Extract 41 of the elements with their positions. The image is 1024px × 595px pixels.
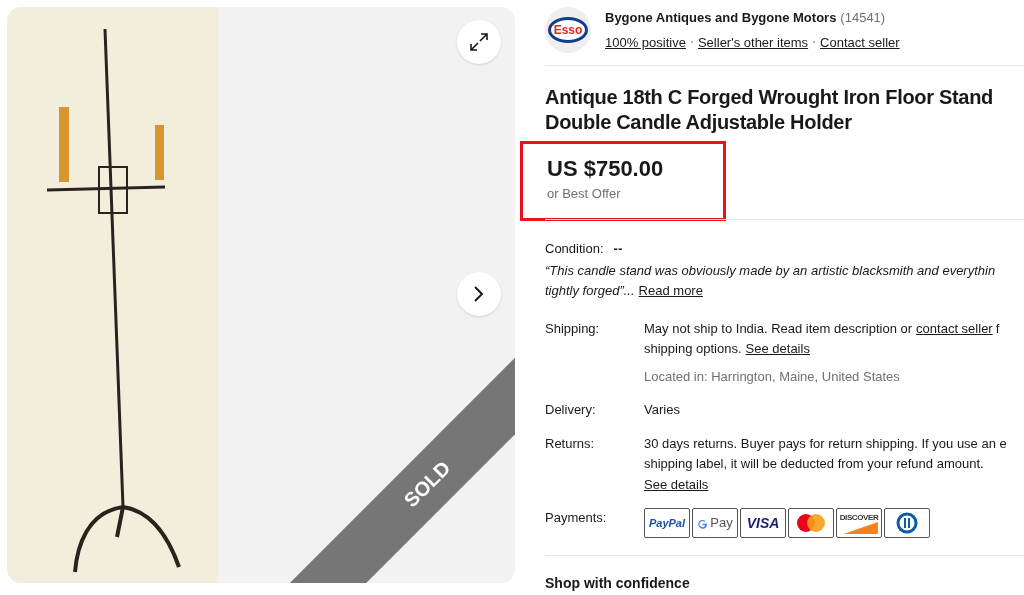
- seller-name[interactable]: Bygone Antiques and Bygone Motors: [605, 8, 837, 28]
- shipping-text: f: [995, 319, 1000, 338]
- delivery-value: Varies: [644, 401, 680, 419]
- section-heading: Shop with confidence: [545, 574, 691, 593]
- condition-value: --: [613, 240, 623, 258]
- condition-quote: tightly forged”...: [545, 282, 635, 300]
- condition-quote: “This candle stand was obviously made by an artistic blacksmith and everythin: [545, 261, 997, 280]
- expand-icon: [469, 32, 489, 52]
- fullscreen-button[interactable]: [457, 20, 501, 64]
- visa-logo: VISA: [740, 508, 786, 538]
- field-label: Returns:: [545, 434, 596, 453]
- seller-link[interactable]: Contact seller: [820, 32, 900, 52]
- see-details-link[interactable]: See details: [745, 339, 810, 359]
- condition-label: Condition:: [545, 240, 604, 258]
- price: US $750.00: [547, 156, 665, 182]
- field-label: Payments:: [545, 509, 608, 527]
- next-image-button[interactable]: [457, 272, 501, 316]
- paypal-logo: PayPal: [644, 508, 690, 538]
- returns-text: 30 days returns. Buyer pays for return shipping. If you use an e: [644, 434, 1007, 453]
- item-location: Located in: Harrington, Maine, United States: [644, 367, 901, 386]
- feedback-count: (14541): [840, 9, 886, 27]
- item-title: Double Candle Adjustable Holder: [545, 110, 853, 135]
- see-details-link[interactable]: See details: [644, 474, 709, 494]
- best-offer-note: or Best Offer: [547, 185, 622, 203]
- item-title: Antique 18th C Forged Wrought Iron Floor Stand: [545, 85, 995, 110]
- seller-link[interactable]: 100% positive: [605, 32, 686, 52]
- chevron-right-icon: [473, 285, 485, 303]
- seller-logo: Esso: [545, 7, 591, 53]
- contact-seller-link[interactable]: contact seller: [916, 318, 993, 338]
- google-g-icon: [697, 517, 709, 529]
- returns-text: shipping label, it will be deducted from your refund amount.: [644, 455, 985, 473]
- shipping-text: shipping options.: [644, 340, 742, 358]
- read-more-link[interactable]: Read more: [638, 281, 703, 301]
- field-label: Delivery:: [545, 401, 597, 419]
- mastercard-logo: [788, 508, 834, 538]
- field-label: Shipping:: [545, 319, 601, 338]
- seller-link[interactable]: Seller's other items: [697, 32, 809, 52]
- google-pay-logo: Pay: [692, 508, 738, 538]
- discover-logo: DISCOVER: [836, 508, 882, 538]
- shipping-text: May not ship to India. Read item description or: [644, 319, 913, 338]
- diners-club-logo: [884, 508, 930, 538]
